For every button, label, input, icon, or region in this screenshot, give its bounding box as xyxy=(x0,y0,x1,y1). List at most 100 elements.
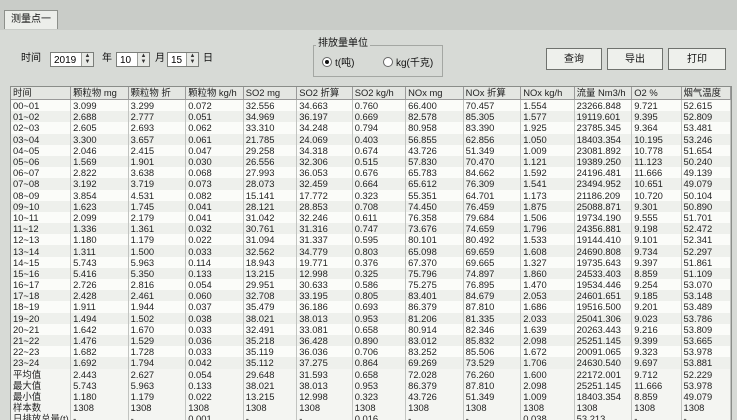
table-cell: 1308 xyxy=(574,402,633,414)
column-header[interactable]: 颗粒物 mg xyxy=(70,87,129,100)
table-cell: 12~13 xyxy=(11,234,72,246)
table-cell: 9.254 xyxy=(631,279,682,291)
table-cell: 2.605 xyxy=(70,122,129,134)
table-cell: 12.998 xyxy=(296,267,353,279)
table-cell: 53.665 xyxy=(681,334,731,347)
month-value: 10 xyxy=(120,55,132,66)
table-cell: 5.743 xyxy=(70,256,129,268)
month-spinner[interactable]: 10 ▲ ▼ xyxy=(116,52,150,67)
column-header[interactable]: 颗粒物 kg/h xyxy=(185,87,244,100)
radio-unit-t[interactable]: t(吨) xyxy=(322,57,354,70)
table-cell: 9.734 xyxy=(631,245,682,257)
table-cell: 0.030 xyxy=(185,155,244,168)
column-header[interactable]: SO2 kg/h xyxy=(352,87,407,100)
tab-measure-point-1[interactable]: 测量点一 xyxy=(4,10,58,29)
table-row[interactable]: 04~05 2.046 2.415 0.047 29.258 34.318 0.674 43.… xyxy=(11,144,731,156)
table-cell: 28.853 xyxy=(296,200,353,212)
table-cell: 32.306 xyxy=(296,155,353,168)
table-row[interactable]: 11~12 1.336 1.361 0.032 30.761 31.316 0.747 73.… xyxy=(11,223,731,235)
stats-row[interactable]: 日排放总量(t) - -0.001- -0.016- -0.038 53.213- - xyxy=(11,413,731,420)
table-cell: 36.428 xyxy=(296,334,353,347)
table-cell: 2.822 xyxy=(70,167,129,179)
table-cell: 1.470 xyxy=(520,279,575,291)
radio-unselected-icon xyxy=(383,57,393,67)
spin-down-icon[interactable]: ▼ xyxy=(187,59,198,65)
data-grid[interactable]: 时间 颗粒物 mg 颗粒物 折颗粒物 kg/h SO2 mg SO2 折算 SO2 kg/… xyxy=(10,86,732,420)
table-cell: 0.022 xyxy=(185,234,244,246)
table-cell: 53.148 xyxy=(681,290,731,302)
table-row[interactable]: 17~18 2.428 2.461 0.060 32.708 33.195 0.805 83.… xyxy=(11,290,731,302)
table-cell: 1.327 xyxy=(520,256,575,268)
table-cell: 0.033 xyxy=(185,323,244,335)
table-cell: 36.053 xyxy=(296,167,353,179)
column-header[interactable]: NOx mg xyxy=(405,87,464,100)
column-header[interactable]: NOx kg/h xyxy=(520,87,575,100)
table-row[interactable]: 13~14 1.311 1.500 0.033 32.562 34.779 0.803 65.… xyxy=(11,245,731,257)
table-cell: 0.054 xyxy=(185,368,244,380)
export-button[interactable]: 导出 xyxy=(607,48,663,70)
table-row[interactable]: 18~19 1.911 1.944 0.037 35.479 36.186 0.693 86.… xyxy=(11,301,731,313)
spin-down-icon[interactable]: ▼ xyxy=(82,59,93,65)
table-cell: 52.615 xyxy=(681,99,731,112)
table-row[interactable]: 15~16 5.416 5.350 0.133 13.215 12.998 0.325 75.… xyxy=(11,267,731,279)
stats-row[interactable]: 最大值 5.743 5.963 0.133 38.021 38.013 0.953 86.37… xyxy=(11,379,731,391)
stats-row[interactable]: 平均值 2.443 2.627 0.054 29.648 31.593 0.658 72.02… xyxy=(11,368,731,380)
table-cell: 2.179 xyxy=(128,211,187,224)
radio-unit-kg[interactable]: kg(千克) xyxy=(383,57,433,70)
table-cell: 36.186 xyxy=(296,301,353,313)
table-row[interactable]: 23~24 1.692 1.794 0.042 35.112 37.275 0.864 69.… xyxy=(11,357,731,369)
table-row[interactable]: 06~07 2.822 3.638 0.068 27.993 36.053 0.676 65.… xyxy=(11,167,731,179)
table-row[interactable]: 20~21 1.642 1.670 0.033 32.491 33.081 0.658 80.… xyxy=(11,323,731,335)
table-cell: 0.515 xyxy=(352,155,407,168)
spin-down-icon[interactable]: ▼ xyxy=(138,59,149,65)
print-button[interactable]: 打印 xyxy=(668,48,726,70)
table-cell: 0.042 xyxy=(185,357,244,369)
table-cell: 0.114 xyxy=(185,256,244,268)
column-header[interactable]: NOx 折算 xyxy=(463,87,522,100)
year-spin-buttons[interactable]: ▲ ▼ xyxy=(81,53,93,66)
table-row[interactable]: 00~01 3.099 3.299 0.072 32.556 34.663 0.760 66.… xyxy=(11,99,731,112)
column-header[interactable]: 时间 xyxy=(11,87,72,100)
table-cell: 29.258 xyxy=(243,144,298,156)
column-header[interactable]: SO2 mg xyxy=(243,87,298,100)
stats-row[interactable]: 样本数 1308 1308 1308 1308 1308 1308 1308 1308 1308 1… xyxy=(11,402,731,414)
year-spinner[interactable]: 2019 ▲ ▼ xyxy=(50,52,94,67)
day-value: 15 xyxy=(171,55,183,66)
column-header[interactable]: 流量 Nm3/h xyxy=(574,87,633,100)
day-spinner[interactable]: 15 ▲ ▼ xyxy=(167,52,199,67)
column-header[interactable]: SO2 折算 xyxy=(296,87,353,100)
table-cell: 0.676 xyxy=(352,167,407,179)
month-spin-buttons[interactable]: ▲ ▼ xyxy=(137,53,149,66)
app-window: 测量点一 时间 2019 ▲ ▼ 年 10 ▲ ▼ 月 15 ▲ ▼ 日 排放量单位 … xyxy=(0,0,737,420)
column-header[interactable]: 颗粒物 折 xyxy=(128,87,187,100)
day-spin-buttons[interactable]: ▲ ▼ xyxy=(186,53,198,66)
table-row[interactable]: 16~17 2.726 2.816 0.054 29.951 30.633 0.586 75.… xyxy=(11,279,731,291)
table-row[interactable]: 05~06 1.569 1.901 0.030 26.556 32.306 0.515 57.… xyxy=(11,155,731,168)
column-header[interactable]: O2 % xyxy=(631,87,682,100)
table-cell: 2.688 xyxy=(70,111,129,123)
table-row[interactable]: 03~04 3.300 3.657 0.061 21.785 24.069 0.403 56.… xyxy=(11,133,731,145)
table-cell: 19734.190 xyxy=(574,211,633,224)
table-cell: 70.457 xyxy=(463,99,522,112)
table-cell: 32.562 xyxy=(243,245,298,257)
table-row[interactable]: 10~11 2.099 2.179 0.041 31.042 32.246 0.611 76.… xyxy=(11,211,731,224)
table-row[interactable]: 09~10 1.623 1.745 0.041 28.121 28.853 0.708 74.… xyxy=(11,200,731,212)
stats-row[interactable]: 最小值 1.180 1.179 0.022 13.215 12.998 0.323 43.72… xyxy=(11,390,731,403)
table-cell: 3.192 xyxy=(70,178,129,190)
table-row[interactable]: 22~23 1.682 1.728 0.033 35.119 36.036 0.706 83.… xyxy=(11,346,731,358)
table-row[interactable]: 12~13 1.180 1.179 0.022 31.094 31.337 0.595 80.… xyxy=(11,234,731,246)
table-cell: 19119.601 xyxy=(574,111,633,123)
table-cell: - xyxy=(70,413,129,420)
table-row[interactable]: 08~09 3.854 4.531 0.082 15.141 17.772 0.323 55.… xyxy=(11,189,731,201)
table-row[interactable]: 19~20 1.494 1.502 0.038 38.021 38.013 0.953 81.… xyxy=(11,312,731,324)
table-row[interactable]: 02~03 2.605 2.693 0.062 33.310 34.248 0.794 80.… xyxy=(11,122,731,134)
table-row[interactable]: 14~15 5.743 5.963 0.114 18.943 19.771 0.376 67.… xyxy=(11,256,731,268)
table-row[interactable]: 21~22 1.476 1.529 0.036 35.218 36.428 0.890 83.… xyxy=(11,334,731,347)
table-row[interactable]: 01~02 2.688 2.777 0.051 34.969 36.197 0.669 82.… xyxy=(11,111,731,123)
table-cell: 52.229 xyxy=(681,368,731,380)
table-cell: 1.794 xyxy=(128,357,187,369)
query-button[interactable]: 查询 xyxy=(546,48,602,70)
table-cell: 0.706 xyxy=(352,346,407,358)
column-header[interactable]: 烟气温度 xyxy=(681,87,731,100)
table-row[interactable]: 07~08 3.192 3.719 0.073 28.073 32.459 0.664 65.… xyxy=(11,178,731,190)
